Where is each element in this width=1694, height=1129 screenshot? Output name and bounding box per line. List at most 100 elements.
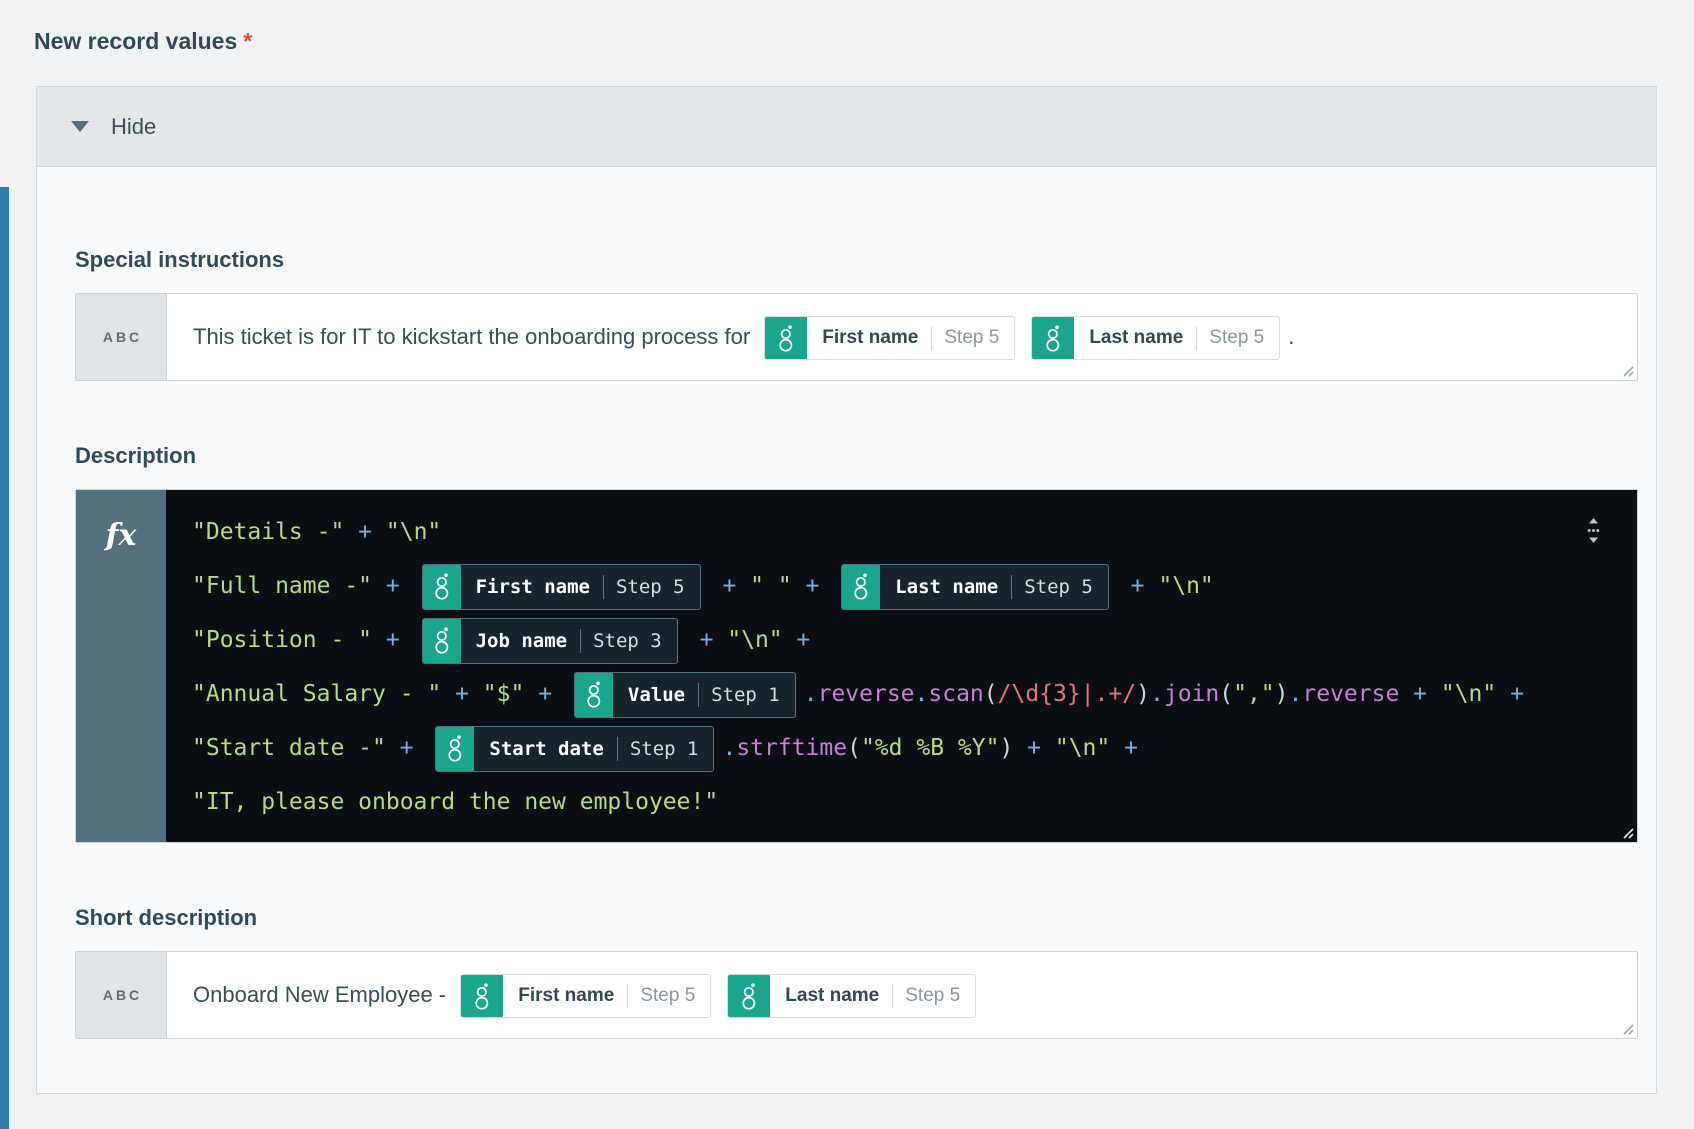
code-meth: scan	[928, 681, 983, 707]
fx-badge-text: fx	[106, 518, 137, 553]
code-op: +	[344, 519, 386, 545]
short-description-label: Short description	[75, 905, 1618, 931]
code-op: +	[792, 573, 834, 599]
code-meth: strftime	[736, 735, 847, 761]
special-instructions-section: Special instructions ABC This ticket is …	[75, 247, 1618, 381]
greenhouse-icon	[436, 727, 474, 771]
code-op: +	[686, 627, 728, 653]
code-line: "Position - " + Job nameStep 3 + "\n" +	[192, 613, 1637, 667]
code-lines: "Details -" + "\n""Full name -" + First …	[192, 505, 1637, 829]
token-step: Step 1	[618, 726, 714, 772]
code-op: +	[1110, 735, 1138, 761]
resize-grip-icon[interactable]	[1621, 1022, 1634, 1035]
abc-badge-text: ABC	[100, 987, 142, 1003]
input-text: Onboard New Employee -	[193, 982, 452, 1007]
code-str: "Position - "	[192, 627, 372, 653]
drag-handle-icon[interactable]	[1586, 518, 1601, 543]
description-section: Description fx "Details -" + "\n" "Full n…	[75, 443, 1618, 843]
special-instructions-field: ABC This ticket is for IT to kickstart t…	[75, 293, 1638, 381]
code-meth: join	[1164, 681, 1219, 707]
short-description-input[interactable]: Onboard New Employee - First nameStep 5 L…	[167, 952, 1637, 1038]
description-label: Description	[75, 443, 1618, 469]
left-edge-panel-fragment	[0, 187, 9, 1129]
greenhouse-icon	[765, 317, 807, 359]
token-label: Last name	[880, 564, 1011, 610]
code-op: +	[1496, 681, 1524, 707]
greenhouse-icon	[575, 673, 613, 717]
greenhouse-icon	[423, 565, 461, 609]
greenhouse-icon	[842, 565, 880, 609]
code-str: ","	[1233, 681, 1275, 707]
token-step: Step 3	[581, 618, 677, 664]
code-str: "Full name -"	[192, 573, 372, 599]
code-str: "$"	[483, 681, 525, 707]
hide-toggle-button[interactable]: Hide	[37, 87, 1656, 167]
code-str: "\n"	[727, 627, 782, 653]
input-text: This ticket is for IT to kickstart the o…	[193, 324, 756, 349]
resize-grip-icon[interactable]	[1621, 826, 1634, 839]
code-op: +	[709, 573, 751, 599]
token-step: Step 1	[699, 672, 795, 718]
code-line: "Annual Salary - " + "$" + ValueStep 1.r…	[192, 667, 1637, 721]
record-values-panel: Hide Special instructions ABC This ticke…	[36, 86, 1657, 1094]
code-punc: (	[984, 681, 998, 707]
token-pill[interactable]: Start dateStep 1	[435, 726, 714, 772]
hide-label: Hide	[111, 114, 156, 140]
code-op: +	[372, 627, 414, 653]
code-punc: (	[1219, 681, 1233, 707]
short-description-field: ABC Onboard New Employee - First nameSte…	[75, 951, 1638, 1039]
code-op: +	[1013, 735, 1055, 761]
token-step: Step 5	[1012, 564, 1108, 610]
token-step: Step 5	[932, 316, 1014, 360]
greenhouse-icon	[1032, 317, 1074, 359]
text-type-badge: ABC	[76, 952, 167, 1038]
greenhouse-icon	[728, 975, 770, 1017]
code-dot: .	[804, 681, 818, 707]
token-pill[interactable]: First nameStep 5	[764, 316, 1015, 360]
code-str: "Start date -"	[192, 735, 386, 761]
code-str: "\n"	[386, 519, 441, 545]
code-str: "Details -"	[192, 519, 344, 545]
code-op: +	[386, 735, 428, 761]
token-pill[interactable]: Job nameStep 3	[422, 618, 678, 664]
formula-type-badge: fx	[76, 490, 166, 842]
code-line: "IT, please onboard the new employee!"	[192, 775, 1637, 829]
page-title-text: New record values	[34, 28, 237, 54]
token-pill[interactable]: Last nameStep 5	[841, 564, 1109, 610]
panel-body: Special instructions ABC This ticket is …	[37, 167, 1656, 1039]
resize-grip-icon[interactable]	[1621, 364, 1634, 377]
token-step: Step 5	[604, 564, 700, 610]
code-str: "\n"	[1441, 681, 1496, 707]
token-pill[interactable]: ValueStep 1	[574, 672, 796, 718]
code-op: +	[524, 681, 566, 707]
page-title: New record values*	[34, 28, 252, 55]
token-label: Start date	[474, 726, 616, 772]
code-op: +	[372, 573, 414, 599]
token-pill[interactable]: First nameStep 5	[460, 974, 711, 1018]
token-pill[interactable]: Last nameStep 5	[1031, 316, 1280, 360]
code-regex: /\d{3}|.+/	[998, 681, 1136, 707]
code-dot: .	[1289, 681, 1303, 707]
description-field: fx "Details -" + "\n""Full name -" + Fir…	[75, 489, 1638, 843]
greenhouse-icon	[423, 619, 461, 663]
code-line: "Full name -" + First nameStep 5 + " " +…	[192, 559, 1637, 613]
text-type-badge: ABC	[76, 294, 167, 380]
description-code-editor[interactable]: "Details -" + "\n""Full name -" + First …	[166, 490, 1637, 842]
code-meth: reverse	[818, 681, 915, 707]
code-line: "Start date -" + Start dateStep 1.strfti…	[192, 721, 1637, 775]
token-label: First name	[807, 316, 931, 360]
code-op: +	[1399, 681, 1441, 707]
code-op: +	[783, 627, 811, 653]
abc-badge-text: ABC	[100, 329, 142, 345]
token-label: First name	[461, 564, 603, 610]
input-text: .	[1288, 324, 1294, 349]
special-instructions-label: Special instructions	[75, 247, 1618, 273]
code-meth: reverse	[1302, 681, 1399, 707]
token-pill[interactable]: Last nameStep 5	[727, 974, 976, 1018]
token-step: Step 5	[1197, 316, 1279, 360]
special-instructions-input[interactable]: This ticket is for IT to kickstart the o…	[167, 294, 1637, 380]
code-str: "\n"	[1158, 573, 1213, 599]
code-punc: )	[999, 735, 1013, 761]
code-dot: .	[1150, 681, 1164, 707]
token-pill[interactable]: First nameStep 5	[422, 564, 701, 610]
